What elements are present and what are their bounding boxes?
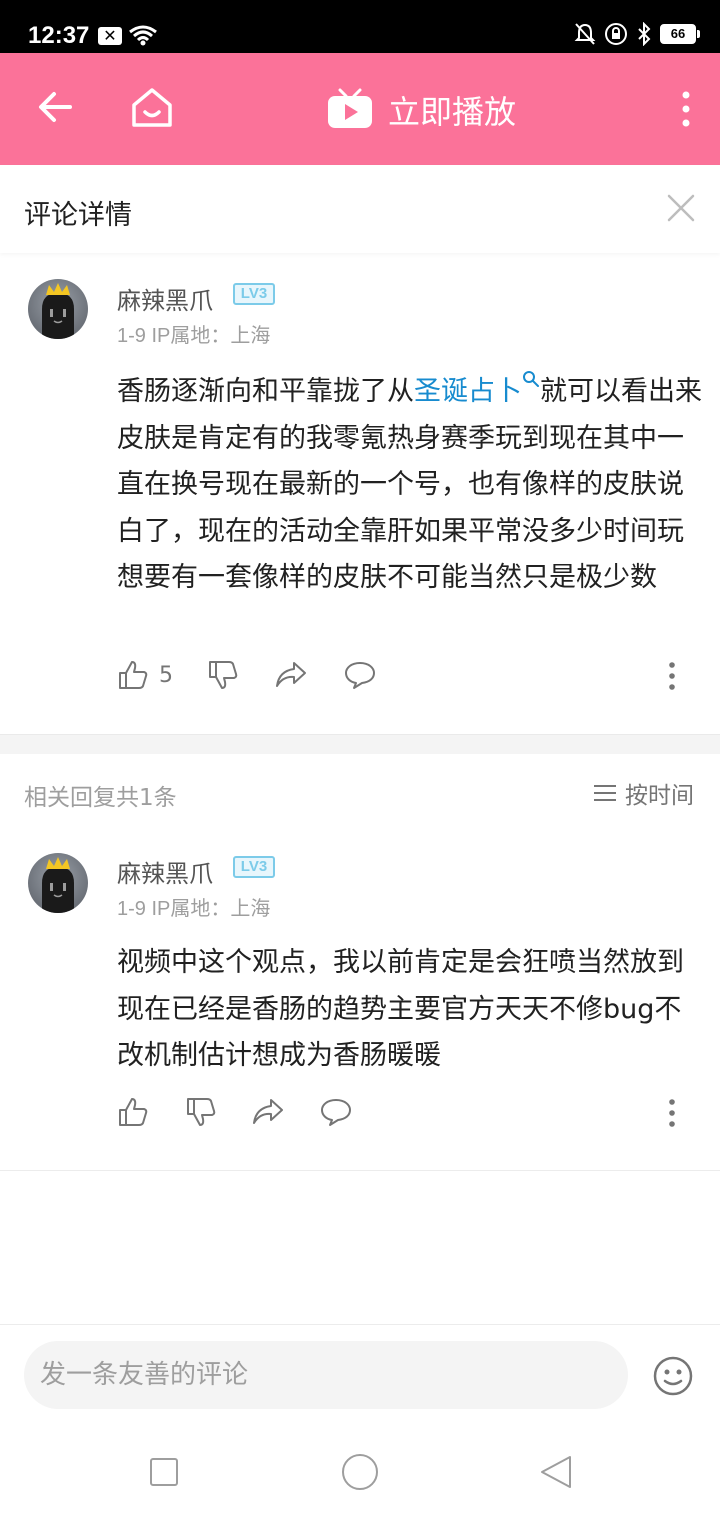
comment-text: 香肠逐渐向和平靠拢了从圣诞占卜 就可以看出来皮肤是肯定有的我零氪热身赛季玩到现在其… — [117, 369, 707, 602]
like-button[interactable] — [117, 1096, 149, 1128]
comment-actions — [117, 1096, 677, 1136]
comment-actions: 5 — [117, 659, 677, 699]
level-badge: LV3 — [233, 856, 275, 878]
thumbs-up-icon — [119, 1098, 148, 1126]
notification-x-icon: ✕ — [98, 27, 122, 45]
avatar[interactable] — [28, 279, 88, 339]
share-button[interactable] — [251, 1096, 285, 1128]
dislike-button[interactable] — [185, 1096, 217, 1128]
username[interactable]: 麻辣黑爪 — [117, 854, 213, 889]
play-now-button[interactable]: 立即播放 — [326, 87, 516, 133]
search-link[interactable]: 圣诞占卜 — [414, 371, 540, 407]
mute-bell-icon — [574, 23, 596, 45]
comment-bubble-icon — [321, 1099, 351, 1126]
back-triangle-icon[interactable] — [538, 1454, 574, 1490]
search-link-text: 圣诞占卜 — [414, 376, 522, 407]
recents-square-icon[interactable] — [148, 1456, 180, 1488]
search-icon — [523, 371, 539, 387]
back-arrow-icon[interactable] — [36, 87, 76, 127]
sort-button[interactable]: 按时间 — [593, 776, 694, 810]
bluetooth-icon — [638, 22, 651, 46]
reply-comment: 麻辣黑爪 LV3 1-9 IP属地：上海 视频中这个观点，我以前肯定是会狂喷当然… — [0, 830, 720, 1170]
section-divider — [0, 734, 720, 754]
more-vertical-icon[interactable] — [680, 89, 692, 129]
level-badge: LV3 — [233, 283, 275, 305]
comment-meta: 1-9 IP属地：上海 — [117, 898, 271, 920]
rotation-lock-icon — [605, 23, 627, 45]
home-circle-icon[interactable] — [340, 1452, 380, 1492]
comment-meta: 1-9 IP属地：上海 — [117, 325, 271, 347]
like-button[interactable]: 5 — [117, 659, 173, 691]
home-icon[interactable] — [130, 85, 174, 129]
share-button[interactable] — [274, 659, 308, 691]
emoji-icon[interactable] — [652, 1355, 694, 1397]
battery-icon: 66 — [660, 24, 700, 44]
play-now-label: 立即播放 — [388, 93, 517, 131]
comment-input[interactable]: 发一条友善的评论 — [24, 1341, 628, 1409]
more-options-icon[interactable] — [667, 661, 677, 691]
thumbs-down-icon — [209, 661, 238, 689]
status-bar: 12:37 ✕ 66 — [0, 0, 720, 53]
comment-text-part: 就可以看出来皮肤是肯定有的我零氪热身赛季玩到现在其中一直在换号现在最新的一个号，… — [117, 376, 702, 593]
more-options-icon[interactable] — [667, 1098, 677, 1128]
page-title: 评论详情 — [24, 200, 132, 231]
reply-button[interactable] — [319, 1096, 353, 1128]
comment-text-part: 香肠逐渐向和平靠拢了从 — [117, 376, 414, 407]
sort-label: 按时间 — [625, 783, 694, 809]
comment-bubble-icon — [345, 662, 375, 689]
reply-count: 相关回复共1条 — [24, 785, 177, 811]
list-end-divider — [0, 1170, 720, 1171]
dislike-button[interactable] — [207, 659, 239, 691]
like-count: 5 — [159, 662, 173, 688]
thumbs-down-icon — [187, 1098, 216, 1126]
system-nav-bar — [0, 1428, 720, 1520]
close-icon[interactable] — [666, 193, 696, 223]
sort-lines-icon — [594, 785, 616, 801]
avatar[interactable] — [28, 853, 88, 913]
comment-text: 视频中这个观点，我以前肯定是会狂喷当然放到现在已经是香肠的趋势主要官方天天不修b… — [117, 947, 684, 1071]
status-time: 12:37 — [28, 22, 90, 49]
share-icon — [276, 662, 306, 687]
detail-header: 评论详情 — [0, 165, 720, 253]
battery-level: 66 — [660, 24, 696, 44]
comment-input-bar: 发一条友善的评论 — [0, 1324, 720, 1428]
share-icon — [253, 1099, 283, 1124]
main-comment: 麻辣黑爪 LV3 1-9 IP属地：上海 香肠逐渐向和平靠拢了从圣诞占卜 就可以看… — [0, 253, 720, 733]
tv-play-icon — [328, 88, 372, 128]
wifi-icon — [129, 25, 157, 46]
app-bar: 立即播放 — [0, 53, 720, 165]
replies-header: 相关回复共1条 按时间 — [0, 754, 720, 830]
thumbs-up-icon — [119, 661, 148, 689]
reply-button[interactable] — [343, 659, 377, 691]
username[interactable]: 麻辣黑爪 — [117, 281, 213, 316]
